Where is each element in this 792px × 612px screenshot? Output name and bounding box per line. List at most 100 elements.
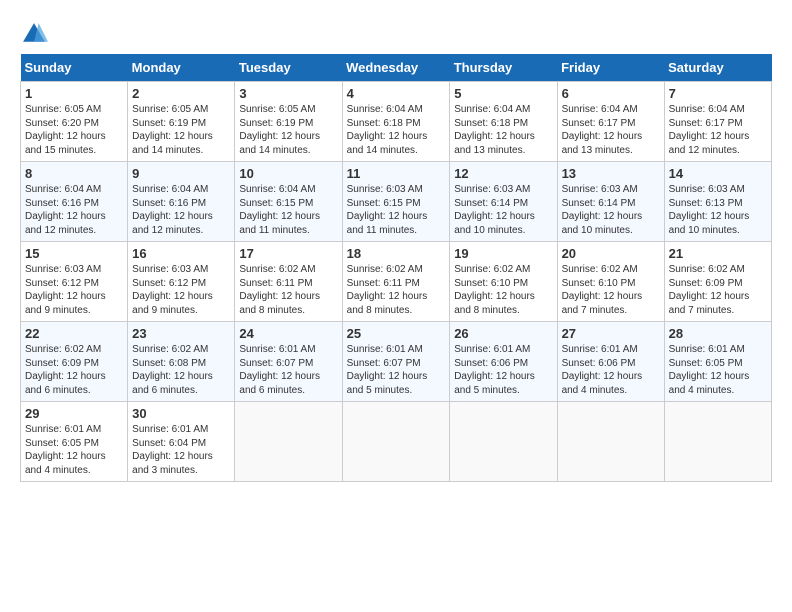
logo (20, 20, 52, 48)
day-number: 6 (562, 86, 660, 101)
calendar-cell: 4 Sunrise: 6:04 AMSunset: 6:18 PMDayligh… (342, 82, 450, 162)
weekday-header-monday: Monday (128, 54, 235, 82)
day-number: 8 (25, 166, 123, 181)
day-number: 21 (669, 246, 767, 261)
calendar-cell (664, 402, 771, 482)
day-info: Sunrise: 6:02 AMSunset: 6:09 PMDaylight:… (25, 344, 106, 396)
day-info: Sunrise: 6:05 AMSunset: 6:19 PMDaylight:… (239, 104, 320, 156)
calendar-cell: 28 Sunrise: 6:01 AMSunset: 6:05 PMDaylig… (664, 322, 771, 402)
calendar-cell: 16 Sunrise: 6:03 AMSunset: 6:12 PMDaylig… (128, 242, 235, 322)
day-info: Sunrise: 6:01 AMSunset: 6:04 PMDaylight:… (132, 424, 213, 476)
day-number: 7 (669, 86, 767, 101)
day-number: 4 (347, 86, 446, 101)
day-info: Sunrise: 6:05 AMSunset: 6:19 PMDaylight:… (132, 104, 213, 156)
calendar-cell (557, 402, 664, 482)
calendar-cell: 21 Sunrise: 6:02 AMSunset: 6:09 PMDaylig… (664, 242, 771, 322)
calendar-cell: 19 Sunrise: 6:02 AMSunset: 6:10 PMDaylig… (450, 242, 557, 322)
day-number: 24 (239, 326, 337, 341)
day-info: Sunrise: 6:04 AMSunset: 6:17 PMDaylight:… (669, 104, 750, 156)
calendar-cell: 9 Sunrise: 6:04 AMSunset: 6:16 PMDayligh… (128, 162, 235, 242)
day-number: 11 (347, 166, 446, 181)
weekday-header-friday: Friday (557, 54, 664, 82)
day-info: Sunrise: 6:03 AMSunset: 6:12 PMDaylight:… (25, 264, 106, 316)
calendar-cell: 14 Sunrise: 6:03 AMSunset: 6:13 PMDaylig… (664, 162, 771, 242)
day-info: Sunrise: 6:04 AMSunset: 6:18 PMDaylight:… (454, 104, 535, 156)
calendar-cell: 20 Sunrise: 6:02 AMSunset: 6:10 PMDaylig… (557, 242, 664, 322)
day-number: 27 (562, 326, 660, 341)
calendar-week-5: 29 Sunrise: 6:01 AMSunset: 6:05 PMDaylig… (21, 402, 772, 482)
day-info: Sunrise: 6:04 AMSunset: 6:15 PMDaylight:… (239, 184, 320, 236)
day-info: Sunrise: 6:01 AMSunset: 6:05 PMDaylight:… (25, 424, 106, 476)
day-number: 30 (132, 406, 230, 421)
day-info: Sunrise: 6:04 AMSunset: 6:18 PMDaylight:… (347, 104, 428, 156)
calendar-cell: 3 Sunrise: 6:05 AMSunset: 6:19 PMDayligh… (235, 82, 342, 162)
day-info: Sunrise: 6:01 AMSunset: 6:07 PMDaylight:… (347, 344, 428, 396)
calendar-cell: 24 Sunrise: 6:01 AMSunset: 6:07 PMDaylig… (235, 322, 342, 402)
weekday-header-thursday: Thursday (450, 54, 557, 82)
day-info: Sunrise: 6:01 AMSunset: 6:06 PMDaylight:… (562, 344, 643, 396)
calendar-cell: 1 Sunrise: 6:05 AMSunset: 6:20 PMDayligh… (21, 82, 128, 162)
day-info: Sunrise: 6:02 AMSunset: 6:10 PMDaylight:… (562, 264, 643, 316)
calendar-week-2: 8 Sunrise: 6:04 AMSunset: 6:16 PMDayligh… (21, 162, 772, 242)
day-info: Sunrise: 6:04 AMSunset: 6:16 PMDaylight:… (132, 184, 213, 236)
calendar-cell: 5 Sunrise: 6:04 AMSunset: 6:18 PMDayligh… (450, 82, 557, 162)
day-number: 22 (25, 326, 123, 341)
day-info: Sunrise: 6:04 AMSunset: 6:17 PMDaylight:… (562, 104, 643, 156)
day-number: 18 (347, 246, 446, 261)
day-number: 16 (132, 246, 230, 261)
calendar-cell: 11 Sunrise: 6:03 AMSunset: 6:15 PMDaylig… (342, 162, 450, 242)
calendar-cell (450, 402, 557, 482)
day-number: 19 (454, 246, 552, 261)
calendar-cell: 17 Sunrise: 6:02 AMSunset: 6:11 PMDaylig… (235, 242, 342, 322)
day-info: Sunrise: 6:03 AMSunset: 6:14 PMDaylight:… (454, 184, 535, 236)
weekday-header-tuesday: Tuesday (235, 54, 342, 82)
day-info: Sunrise: 6:01 AMSunset: 6:07 PMDaylight:… (239, 344, 320, 396)
day-info: Sunrise: 6:05 AMSunset: 6:20 PMDaylight:… (25, 104, 106, 156)
day-number: 28 (669, 326, 767, 341)
day-info: Sunrise: 6:03 AMSunset: 6:14 PMDaylight:… (562, 184, 643, 236)
day-number: 29 (25, 406, 123, 421)
calendar-cell: 23 Sunrise: 6:02 AMSunset: 6:08 PMDaylig… (128, 322, 235, 402)
day-number: 23 (132, 326, 230, 341)
day-info: Sunrise: 6:02 AMSunset: 6:08 PMDaylight:… (132, 344, 213, 396)
calendar-cell: 27 Sunrise: 6:01 AMSunset: 6:06 PMDaylig… (557, 322, 664, 402)
calendar-cell: 12 Sunrise: 6:03 AMSunset: 6:14 PMDaylig… (450, 162, 557, 242)
day-info: Sunrise: 6:01 AMSunset: 6:05 PMDaylight:… (669, 344, 750, 396)
calendar-cell: 6 Sunrise: 6:04 AMSunset: 6:17 PMDayligh… (557, 82, 664, 162)
day-number: 13 (562, 166, 660, 181)
calendar-cell: 22 Sunrise: 6:02 AMSunset: 6:09 PMDaylig… (21, 322, 128, 402)
day-number: 12 (454, 166, 552, 181)
calendar-week-1: 1 Sunrise: 6:05 AMSunset: 6:20 PMDayligh… (21, 82, 772, 162)
day-info: Sunrise: 6:01 AMSunset: 6:06 PMDaylight:… (454, 344, 535, 396)
day-number: 25 (347, 326, 446, 341)
calendar-cell: 30 Sunrise: 6:01 AMSunset: 6:04 PMDaylig… (128, 402, 235, 482)
calendar-cell: 13 Sunrise: 6:03 AMSunset: 6:14 PMDaylig… (557, 162, 664, 242)
day-number: 15 (25, 246, 123, 261)
calendar-week-4: 22 Sunrise: 6:02 AMSunset: 6:09 PMDaylig… (21, 322, 772, 402)
calendar-cell: 10 Sunrise: 6:04 AMSunset: 6:15 PMDaylig… (235, 162, 342, 242)
day-number: 20 (562, 246, 660, 261)
day-info: Sunrise: 6:03 AMSunset: 6:12 PMDaylight:… (132, 264, 213, 316)
calendar-cell (342, 402, 450, 482)
logo-icon (20, 20, 48, 48)
day-info: Sunrise: 6:03 AMSunset: 6:13 PMDaylight:… (669, 184, 750, 236)
day-info: Sunrise: 6:04 AMSunset: 6:16 PMDaylight:… (25, 184, 106, 236)
calendar-cell: 18 Sunrise: 6:02 AMSunset: 6:11 PMDaylig… (342, 242, 450, 322)
day-info: Sunrise: 6:02 AMSunset: 6:10 PMDaylight:… (454, 264, 535, 316)
day-info: Sunrise: 6:02 AMSunset: 6:09 PMDaylight:… (669, 264, 750, 316)
calendar-cell: 29 Sunrise: 6:01 AMSunset: 6:05 PMDaylig… (21, 402, 128, 482)
weekday-header-sunday: Sunday (21, 54, 128, 82)
calendar-cell: 2 Sunrise: 6:05 AMSunset: 6:19 PMDayligh… (128, 82, 235, 162)
day-number: 26 (454, 326, 552, 341)
weekday-header-saturday: Saturday (664, 54, 771, 82)
calendar-table: SundayMondayTuesdayWednesdayThursdayFrid… (20, 54, 772, 482)
day-number: 3 (239, 86, 337, 101)
day-number: 1 (25, 86, 123, 101)
day-info: Sunrise: 6:02 AMSunset: 6:11 PMDaylight:… (239, 264, 320, 316)
day-number: 14 (669, 166, 767, 181)
calendar-cell: 7 Sunrise: 6:04 AMSunset: 6:17 PMDayligh… (664, 82, 771, 162)
calendar-cell: 15 Sunrise: 6:03 AMSunset: 6:12 PMDaylig… (21, 242, 128, 322)
calendar-cell: 25 Sunrise: 6:01 AMSunset: 6:07 PMDaylig… (342, 322, 450, 402)
day-info: Sunrise: 6:02 AMSunset: 6:11 PMDaylight:… (347, 264, 428, 316)
page-header (20, 20, 772, 48)
